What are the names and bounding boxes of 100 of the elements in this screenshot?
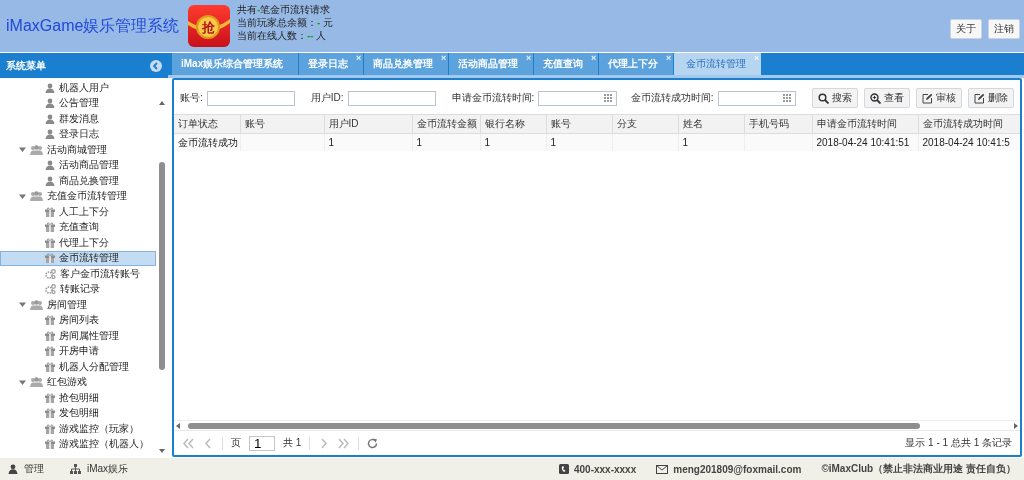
last-page-icon[interactable] [338, 437, 351, 449]
scroll-up-icon[interactable] [158, 100, 166, 106]
user-icon [45, 129, 55, 140]
menu-item[interactable]: 群发消息 [0, 111, 156, 127]
logo-icon: 抢 [188, 5, 230, 47]
caret-icon[interactable] [19, 378, 26, 386]
menu-item[interactable]: 房间属性管理 [0, 328, 156, 344]
scrollbar-thumb[interactable] [159, 162, 165, 370]
menu-item[interactable]: 转账记录 [0, 281, 156, 297]
table-cell: 1 [412, 133, 480, 151]
gift-icon [45, 315, 55, 326]
scroll-left-icon[interactable] [176, 422, 181, 429]
edit-icon [922, 92, 933, 104]
app-title: iMaxGame娱乐管理系统 [6, 15, 181, 36]
menu-item[interactable]: 抢包明细 [0, 390, 156, 406]
field-label: 用户ID: [310, 91, 344, 105]
caret-icon[interactable] [19, 146, 26, 154]
search-icon [818, 92, 829, 104]
menu-item[interactable]: 开房申请 [0, 343, 156, 359]
caret-icon[interactable] [19, 192, 26, 200]
gift-icon [45, 222, 55, 233]
about-button[interactable]: 关于 [950, 19, 982, 39]
user-icon [45, 113, 55, 124]
menu-item[interactable]: 人工上下分 [0, 204, 156, 220]
menu-item[interactable]: 金币流转管理 [0, 250, 156, 266]
group-icon [30, 377, 43, 388]
stat-text: 当前在线人数：-- 人 [237, 30, 328, 42]
menu-item[interactable]: 充值查询 [0, 219, 156, 235]
gift-icon [45, 423, 55, 434]
menu-item[interactable]: 游戏监控（玩家） [0, 421, 156, 437]
gift-icon [45, 330, 55, 341]
footer-link[interactable]: iMax娱乐 [87, 462, 129, 476]
column-header[interactable]: 手机号码 [744, 115, 812, 134]
column-header[interactable]: 分支 [612, 115, 678, 134]
menu-item[interactable]: 机器人用户 [0, 80, 156, 96]
toolbar-button[interactable]: 查看 [864, 88, 910, 108]
gift-icon [45, 439, 55, 450]
column-header[interactable]: 订单状态 [174, 115, 240, 134]
page-label: 页 [231, 436, 241, 450]
menu-item[interactable]: 客户金币流转账号 [0, 266, 156, 282]
gift-icon [45, 237, 55, 248]
menu-item[interactable]: 发包明细 [0, 405, 156, 421]
menu-item[interactable]: 登录日志 [0, 126, 156, 142]
column-header[interactable]: 银行名称 [480, 115, 546, 134]
toolbar-button[interactable]: 审核 [916, 88, 962, 108]
toolbar-button[interactable]: 搜索 [812, 88, 858, 108]
table-cell: 2018-04-24 10:41:5 [918, 133, 1020, 151]
group-icon [30, 191, 43, 202]
copyright-text: ©iMaxClub（禁止非法商业用途 责任自负） [821, 462, 1016, 476]
menu-group[interactable]: 房间管理 [0, 297, 156, 313]
column-header[interactable]: 账号 [240, 115, 324, 134]
field-label: 申请金币流转时间: [451, 91, 535, 105]
gift-icon [45, 346, 55, 357]
input-field[interactable] [206, 90, 295, 106]
menu-item[interactable]: 游戏监控（机器人） [0, 436, 156, 452]
toolbar-button[interactable]: 删除 [968, 88, 1014, 108]
first-page-icon[interactable] [182, 437, 194, 449]
date-field[interactable] [538, 90, 617, 106]
logout-button[interactable]: 注销 [988, 19, 1020, 39]
date-field[interactable] [717, 90, 796, 106]
gift-icon [45, 361, 55, 372]
field-label: 账号: [180, 91, 203, 105]
zoom-in-icon [870, 92, 881, 104]
refresh-icon[interactable] [367, 437, 380, 449]
menu-item[interactable]: 房间列表 [0, 312, 156, 328]
scrollbar-thumb[interactable] [188, 422, 920, 429]
menu-group[interactable]: 红包游戏 [0, 374, 156, 390]
column-header[interactable]: 姓名 [678, 115, 744, 134]
menu-item[interactable]: 公告管理 [0, 95, 156, 111]
phone-number: 400-xxx-xxxx [573, 463, 637, 475]
page-field[interactable]: 1 [249, 435, 275, 451]
tab[interactable]: 金币流转管理 × [674, 53, 762, 75]
user-icon [45, 82, 55, 93]
calendar-icon[interactable] [783, 93, 793, 103]
column-header[interactable]: 金币流转金额 [412, 115, 480, 134]
group-icon [30, 299, 43, 310]
column-header[interactable]: 账号 [546, 115, 612, 134]
previous-page-icon[interactable] [202, 437, 214, 449]
sitemap-icon [70, 464, 81, 474]
page-total: 共 1 [283, 436, 302, 450]
scroll-right-icon[interactable] [1013, 422, 1018, 429]
footer-link[interactable]: 管理 [24, 462, 44, 476]
column-header[interactable]: 用户ID [324, 115, 412, 134]
menu-item[interactable]: 商品兑换管理 [0, 173, 156, 189]
column-header[interactable]: 金币流转成功时间 [918, 115, 1020, 134]
menu-item[interactable]: 代理上下分 [0, 235, 156, 251]
menu-item[interactable]: 活动商品管理 [0, 157, 156, 173]
table-cell: 金币流转成功 [174, 133, 240, 151]
scroll-down-icon[interactable] [158, 448, 166, 454]
input-field[interactable] [347, 90, 436, 106]
gift-icon [45, 206, 55, 217]
collapse-icon[interactable] [150, 59, 162, 72]
email-address: meng201809@foxmail.com [673, 463, 802, 475]
menu-group[interactable]: 充值金币流转管理 [0, 188, 156, 204]
menu-group[interactable]: 活动商城管理 [0, 142, 156, 158]
calendar-icon[interactable] [603, 93, 614, 103]
caret-icon[interactable] [19, 301, 26, 309]
menu-item[interactable]: 机器人分配管理 [0, 359, 156, 375]
table-cell: 2018-04-24 10:41:51 [812, 133, 918, 151]
column-header[interactable]: 申请金币流转时间 [812, 115, 918, 134]
